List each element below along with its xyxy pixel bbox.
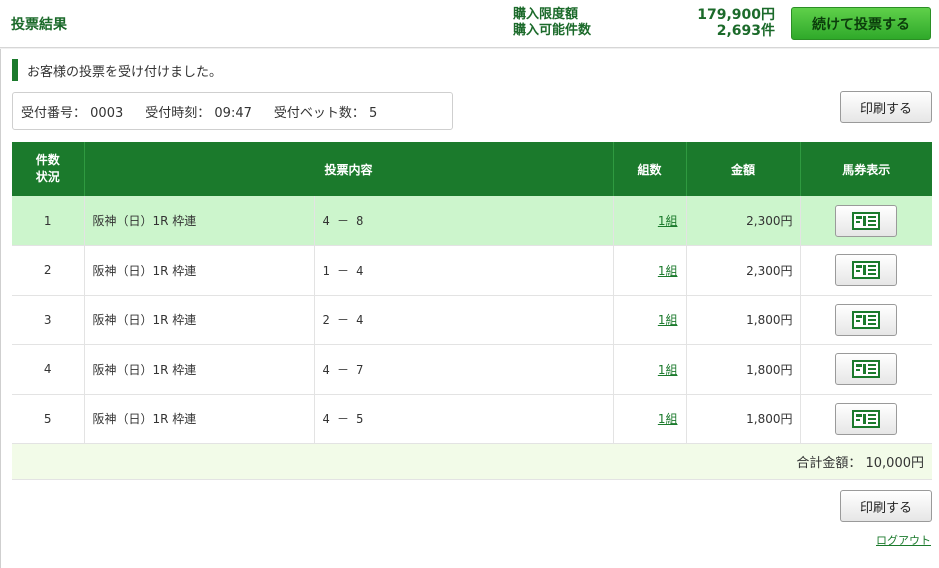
ticket-view-button[interactable] (835, 204, 898, 237)
row-units-link[interactable]: 1組 (658, 412, 678, 426)
receipt-info-box: 受付番号： 0003 受付時刻： 09:47 受付ベット数： 5 (12, 92, 453, 130)
row-combination: 1 － 4 (314, 245, 614, 296)
result-panel: お客様の投票を受け付けました。 受付番号： 0003 受付時刻： 09:47 受… (0, 49, 939, 568)
row-number: 5 (12, 394, 85, 444)
row-ticket-cell (800, 344, 932, 395)
receipt-time: 受付時刻： 09:47 (145, 102, 252, 121)
ticket-view-icon (852, 261, 881, 280)
header-ticket-view: 馬券表示 (800, 142, 932, 196)
table-row: 2 阪神（日）1R 枠連 1 － 4 1組 2,300円 (12, 245, 932, 296)
header-count-status: 件数 状況 (12, 142, 85, 196)
row-race: 阪神（日）1R 枠連 (84, 344, 315, 395)
row-combination: 4 － 7 (314, 344, 614, 395)
ticket-view-icon (852, 360, 881, 379)
page-title: 投票結果 (11, 17, 67, 33)
acceptance-notice: お客様の投票を受け付けました。 (12, 59, 222, 81)
row-race: 阪神（日）1R 枠連 (84, 394, 315, 444)
ticket-view-button[interactable] (835, 402, 898, 435)
row-race: 阪神（日）1R 枠連 (84, 196, 315, 246)
purchase-limit-labels: 購入限度額 購入可能件数 (513, 7, 591, 39)
print-button-bottom[interactable]: 印刷する (840, 490, 932, 522)
row-units-cell: 1組 (613, 295, 687, 345)
row-amount: 2,300円 (686, 196, 801, 246)
row-combination: 2 － 4 (314, 295, 614, 345)
bet-results-table: 件数 状況 投票内容 組数 金額 馬券表示 1 阪神（日）1R 枠連 4 － 8… (12, 142, 932, 480)
continue-voting-button[interactable]: 続けて投票する (791, 7, 931, 40)
limit-value: 179,900円 (697, 7, 775, 23)
header-content: 投票内容 (84, 142, 614, 196)
row-units-link[interactable]: 1組 (658, 363, 678, 377)
available-count-label: 購入可能件数 (513, 23, 592, 38)
total-amount: 合計金額： 10,000円 (12, 443, 932, 480)
receipt-time-label: 受付時刻： (145, 105, 211, 121)
row-combination: 4 － 5 (314, 394, 614, 444)
row-number: 2 (12, 245, 85, 296)
ticket-view-icon (852, 409, 881, 428)
row-number: 1 (12, 196, 85, 246)
ticket-view-button[interactable] (835, 254, 898, 287)
header-status: 状況 (35, 170, 60, 184)
row-ticket-cell (800, 196, 932, 246)
receipt-number: 受付番号： 0003 (21, 102, 123, 121)
row-race: 阪神（日）1R 枠連 (84, 295, 315, 345)
ticket-view-icon (852, 211, 881, 230)
row-number: 4 (12, 344, 85, 395)
row-amount: 1,800円 (686, 394, 801, 444)
header-units: 組数 (613, 142, 687, 196)
row-ticket-cell (800, 295, 932, 345)
row-units-link[interactable]: 1組 (658, 214, 678, 228)
receipt-time-value: 09:47 (214, 105, 252, 121)
notice-accent-bar (12, 59, 18, 81)
table-row: 4 阪神（日）1R 枠連 4 － 7 1組 1,800円 (12, 344, 932, 395)
header-count: 件数 (35, 153, 60, 167)
table-row: 1 阪神（日）1R 枠連 4 － 8 1組 2,300円 (12, 196, 932, 246)
row-units-cell: 1組 (613, 245, 687, 296)
table-body: 1 阪神（日）1R 枠連 4 － 8 1組 2,300円 2 阪神（日）1R 枠… (12, 196, 932, 444)
receipt-number-value: 0003 (90, 105, 124, 121)
row-units-cell: 1組 (613, 394, 687, 444)
table-row: 3 阪神（日）1R 枠連 2 － 4 1組 1,800円 (12, 295, 932, 345)
row-ticket-cell (800, 394, 932, 444)
limit-label: 購入限度額 (513, 7, 579, 22)
available-count-value: 2,693件 (716, 23, 775, 39)
row-amount: 2,300円 (686, 245, 801, 296)
row-units-cell: 1組 (613, 196, 687, 246)
row-combination: 4 － 8 (314, 196, 614, 246)
table-header-row: 件数 状況 投票内容 組数 金額 馬券表示 (12, 142, 932, 196)
table-row: 5 阪神（日）1R 枠連 4 － 5 1組 1,800円 (12, 394, 932, 444)
row-amount: 1,800円 (686, 295, 801, 345)
row-units-cell: 1組 (613, 344, 687, 395)
row-amount: 1,800円 (686, 344, 801, 395)
print-button-top[interactable]: 印刷する (840, 91, 932, 123)
row-units-link[interactable]: 1組 (658, 313, 678, 327)
notice-text: お客様の投票を受け付けました。 (27, 64, 223, 80)
row-units-link[interactable]: 1組 (658, 264, 678, 278)
receipt-bets-label: 受付ベット数： (273, 105, 365, 121)
header-amount: 金額 (686, 142, 801, 196)
purchase-limit-values: 179,900円 2,693件 (697, 7, 775, 39)
total-row: 合計金額： 10,000円 (12, 443, 932, 480)
row-ticket-cell (800, 245, 932, 296)
receipt-bets: 受付ベット数： 5 (274, 102, 377, 121)
row-race: 阪神（日）1R 枠連 (84, 245, 315, 296)
row-number: 3 (12, 295, 85, 345)
ticket-view-icon (852, 310, 881, 329)
logout-link[interactable]: ログアウト (876, 532, 931, 548)
ticket-view-button[interactable] (835, 353, 898, 386)
ticket-view-button[interactable] (835, 303, 898, 336)
header-bar: 投票結果 購入限度額 購入可能件数 179,900円 2,693件 続けて投票す… (0, 0, 939, 48)
receipt-bets-value: 5 (369, 105, 378, 121)
receipt-number-label: 受付番号： (21, 105, 87, 121)
